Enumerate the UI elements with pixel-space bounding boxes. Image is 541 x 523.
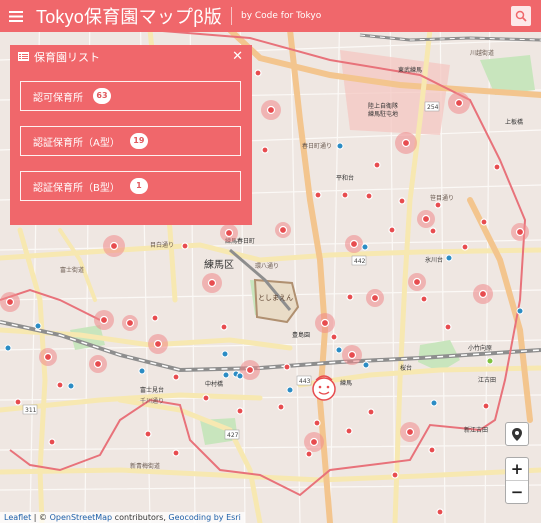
hamburger-icon[interactable]	[0, 0, 32, 32]
category-ninka[interactable]: 認可保育所 63	[20, 81, 241, 111]
road-label-sasame: 笹目通り	[430, 194, 454, 202]
byline[interactable]: by Code for Tokyo	[241, 11, 321, 21]
route-311: 311	[25, 407, 37, 414]
route-443: 443	[299, 378, 311, 385]
current-location-child-icon[interactable]	[312, 375, 336, 401]
header-divider	[230, 7, 232, 25]
count-badge: 1	[129, 178, 148, 194]
road-label-kasuga: 春日町通り	[302, 142, 332, 150]
road-label-mejiro: 目白通り	[150, 241, 174, 249]
location-pin-icon[interactable]	[506, 423, 528, 445]
attribution-sep: | ©	[31, 513, 50, 522]
toshimaen-station-label: 豊島園	[292, 331, 310, 339]
geocoding-link[interactable]: Geocoding by Esri	[168, 513, 240, 522]
category-ninsho-a[interactable]: 認証保育所（A型） 19	[20, 126, 241, 156]
fujimidai-label: 富士見台	[140, 386, 164, 394]
category-label: 認証保育所（A型）	[33, 137, 120, 149]
category-label: 認可保育所	[33, 92, 83, 104]
zoom-control: + −	[505, 457, 529, 504]
road-label-senkawa: 千川通り	[140, 397, 164, 405]
heiwadai-label: 平和台	[336, 174, 354, 182]
app-header: Tokyo保育園マップβ版 by Code for Tokyo	[0, 0, 541, 32]
road-label-fujikaido: 富士街道	[60, 266, 84, 274]
nerima-station-label: 練馬	[340, 379, 352, 387]
road-label-kampachi: 環八通り	[255, 262, 279, 270]
road-label-kawagoe: 川越街道	[470, 49, 494, 57]
kamiitabashi-label: 上板橋	[505, 118, 523, 126]
count-badge: 63	[93, 88, 111, 104]
attribution-contrib: contributors,	[112, 513, 169, 522]
map-attribution: Leaflet | © OpenStreetMap contributors, …	[0, 512, 245, 523]
kotake-label: 小竹向原	[468, 344, 492, 352]
app-title[interactable]: Tokyo保育園マップβ版	[36, 3, 222, 29]
ekoda-label: 江古田	[478, 376, 496, 384]
nakamurabashi-label: 中村橋	[205, 380, 223, 388]
locate-control[interactable]	[505, 422, 529, 446]
route-442: 442	[354, 258, 366, 265]
toshimaen-label: としまえん	[258, 294, 293, 302]
route-254: 254	[427, 104, 439, 111]
tobu-nerima-label: 東武練馬	[398, 66, 422, 74]
count-badge: 19	[129, 133, 148, 149]
search-icon[interactable]	[511, 6, 531, 26]
leaflet-link[interactable]: Leaflet	[4, 513, 31, 522]
shin-egota-label: 新江古田	[464, 426, 488, 434]
zoom-in-button[interactable]: +	[506, 458, 528, 481]
list-icon	[18, 51, 29, 64]
sakuradai-label: 桜台	[400, 364, 412, 372]
osm-link[interactable]: OpenStreetMap	[50, 513, 113, 522]
ward-label: 練馬区	[204, 258, 234, 271]
panel-title: 保育園リスト	[34, 51, 100, 64]
panel-header: 保育園リスト	[10, 45, 252, 69]
nursery-list-panel: 保育園リスト ✕ 認可保育所 63 認証保育所（A型） 19 認証保育所（B型）…	[10, 45, 252, 225]
route-427: 427	[227, 432, 239, 439]
category-ninsho-b[interactable]: 認証保育所（B型） 1	[20, 171, 241, 201]
road-label-shinoume: 新青梅街道	[130, 462, 160, 470]
category-label: 認証保育所（B型）	[33, 182, 120, 194]
close-icon[interactable]: ✕	[232, 49, 243, 64]
zoom-out-button[interactable]: −	[506, 481, 528, 503]
hikawadai-label: 氷川台	[425, 256, 443, 264]
